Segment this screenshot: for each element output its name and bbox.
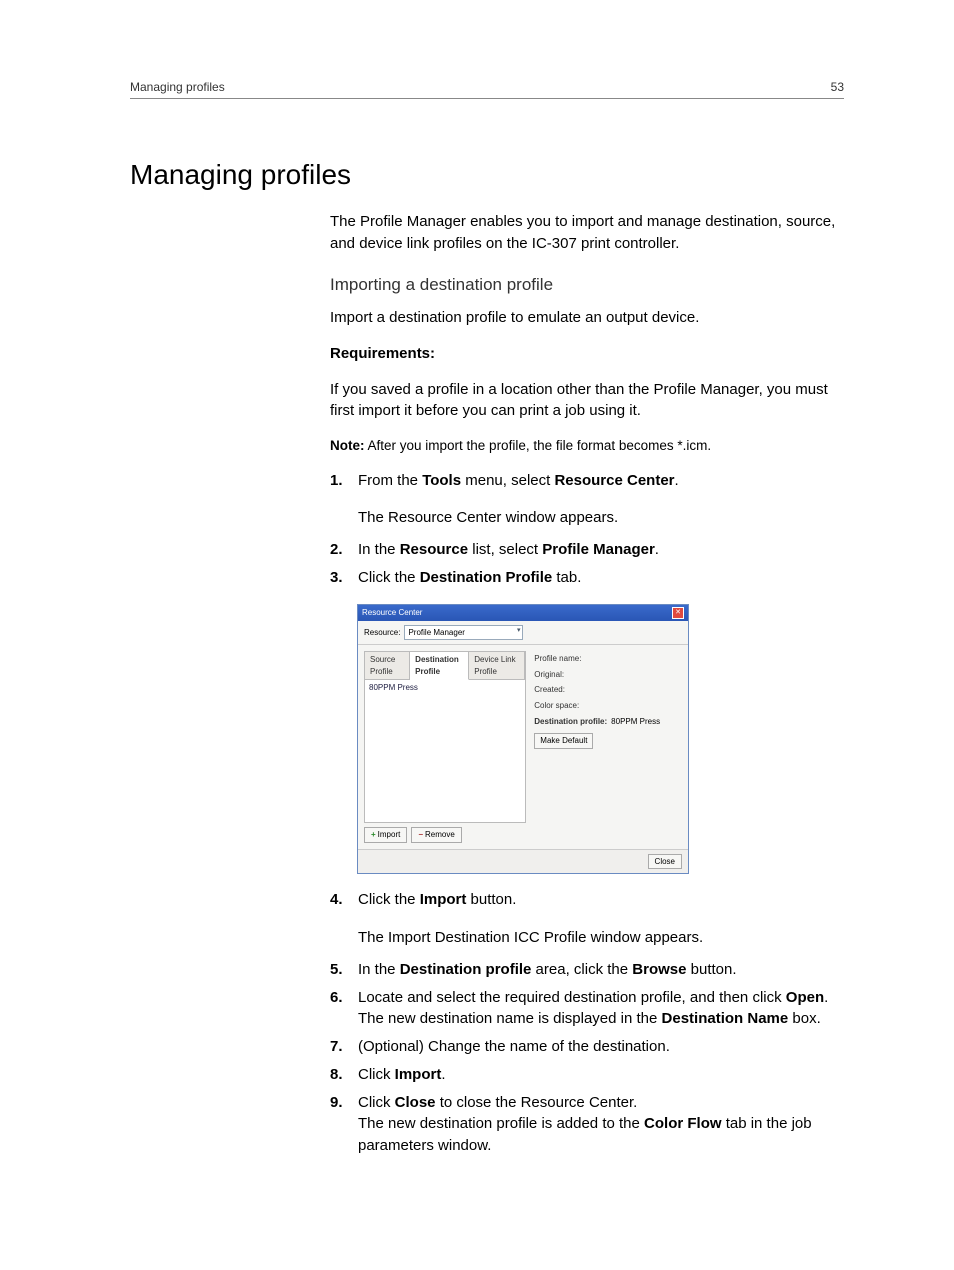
remove-button[interactable]: −Remove bbox=[411, 827, 461, 843]
step-result: The Import Destination ICC Profile windo… bbox=[358, 927, 844, 949]
requirements-text: If you saved a profile in a location oth… bbox=[330, 379, 844, 423]
import-button[interactable]: +Import bbox=[364, 827, 407, 843]
resource-center-window: Resource Center ✕ Resource: Profile Mana… bbox=[358, 605, 688, 874]
step-body: Click Close to close the Resource Center… bbox=[358, 1092, 844, 1157]
prop-original: Original: bbox=[534, 669, 604, 681]
steps-list-b2: 5. In the Destination profile area, clic… bbox=[330, 959, 844, 1157]
prop-profile-name: Profile name: bbox=[534, 653, 604, 665]
titlebar: Resource Center ✕ bbox=[358, 605, 688, 621]
note-label: Note: bbox=[330, 438, 365, 453]
tab-bar: Source Profile Destination Profile Devic… bbox=[365, 652, 525, 680]
subheading: Importing a destination profile bbox=[330, 273, 844, 298]
step-number: 6. bbox=[330, 987, 358, 1031]
profile-list-panel: Source Profile Destination Profile Devic… bbox=[364, 651, 526, 823]
close-button[interactable]: Close bbox=[648, 854, 682, 870]
step-body: Click the Import button. bbox=[358, 889, 844, 911]
make-default-button[interactable]: Make Default bbox=[534, 733, 593, 749]
note-text: After you import the profile, the file f… bbox=[365, 438, 712, 453]
header-page-number: 53 bbox=[831, 80, 844, 94]
minus-icon: − bbox=[418, 829, 423, 841]
step-body: Click Import. bbox=[358, 1064, 844, 1086]
list-item[interactable]: 80PPM Press bbox=[365, 680, 525, 696]
steps-list-b: 4. Click the Import button. bbox=[330, 889, 844, 911]
resource-label: Resource: bbox=[364, 627, 400, 639]
prop-destination-profile: Destination profile: bbox=[534, 716, 607, 728]
step-number: 7. bbox=[330, 1036, 358, 1058]
page-header: Managing profiles 53 bbox=[130, 80, 844, 99]
steps-list-a2: 2. In the Resource list, select Profile … bbox=[330, 539, 844, 589]
prop-colorspace: Color space: bbox=[534, 700, 604, 712]
steps-list-a: 1. From the Tools menu, select Resource … bbox=[330, 470, 844, 492]
prop-destination-profile-value: 80PPM Press bbox=[611, 716, 660, 728]
close-icon[interactable]: ✕ bbox=[672, 607, 684, 619]
step-number: 9. bbox=[330, 1092, 358, 1157]
step-number: 8. bbox=[330, 1064, 358, 1086]
step-number: 5. bbox=[330, 959, 358, 981]
step-body: Click the Destination Profile tab. bbox=[358, 567, 844, 589]
step-number: 2. bbox=[330, 539, 358, 561]
plus-icon: + bbox=[371, 829, 376, 841]
step-number: 3. bbox=[330, 567, 358, 589]
prop-created: Created: bbox=[534, 684, 604, 696]
header-section: Managing profiles bbox=[130, 80, 225, 94]
step-body: (Optional) Change the name of the destin… bbox=[358, 1036, 844, 1058]
step-number: 1. bbox=[330, 470, 358, 492]
resource-select[interactable]: Profile Manager bbox=[404, 625, 523, 641]
step-body: Locate and select the required destinati… bbox=[358, 987, 844, 1031]
page-title: Managing profiles bbox=[130, 159, 844, 191]
window-title: Resource Center bbox=[362, 607, 422, 619]
step-number: 4. bbox=[330, 889, 358, 911]
tab-source-profile[interactable]: Source Profile bbox=[365, 652, 410, 679]
step-body: In the Resource list, select Profile Man… bbox=[358, 539, 844, 561]
tab-destination-profile[interactable]: Destination Profile bbox=[410, 652, 469, 680]
step-body: In the Destination profile area, click t… bbox=[358, 959, 844, 981]
step-result: The Resource Center window appears. bbox=[358, 507, 844, 529]
tab-device-link-profile[interactable]: Device Link Profile bbox=[469, 652, 525, 679]
properties-panel: Profile name: Original: Created: Color s… bbox=[532, 651, 682, 823]
requirements-label: Requirements: bbox=[330, 345, 435, 362]
sub-intro: Import a destination profile to emulate … bbox=[330, 307, 844, 329]
step-body: From the Tools menu, select Resource Cen… bbox=[358, 470, 844, 492]
intro-paragraph: The Profile Manager enables you to impor… bbox=[330, 211, 844, 255]
note-line: Note: After you import the profile, the … bbox=[330, 436, 844, 456]
